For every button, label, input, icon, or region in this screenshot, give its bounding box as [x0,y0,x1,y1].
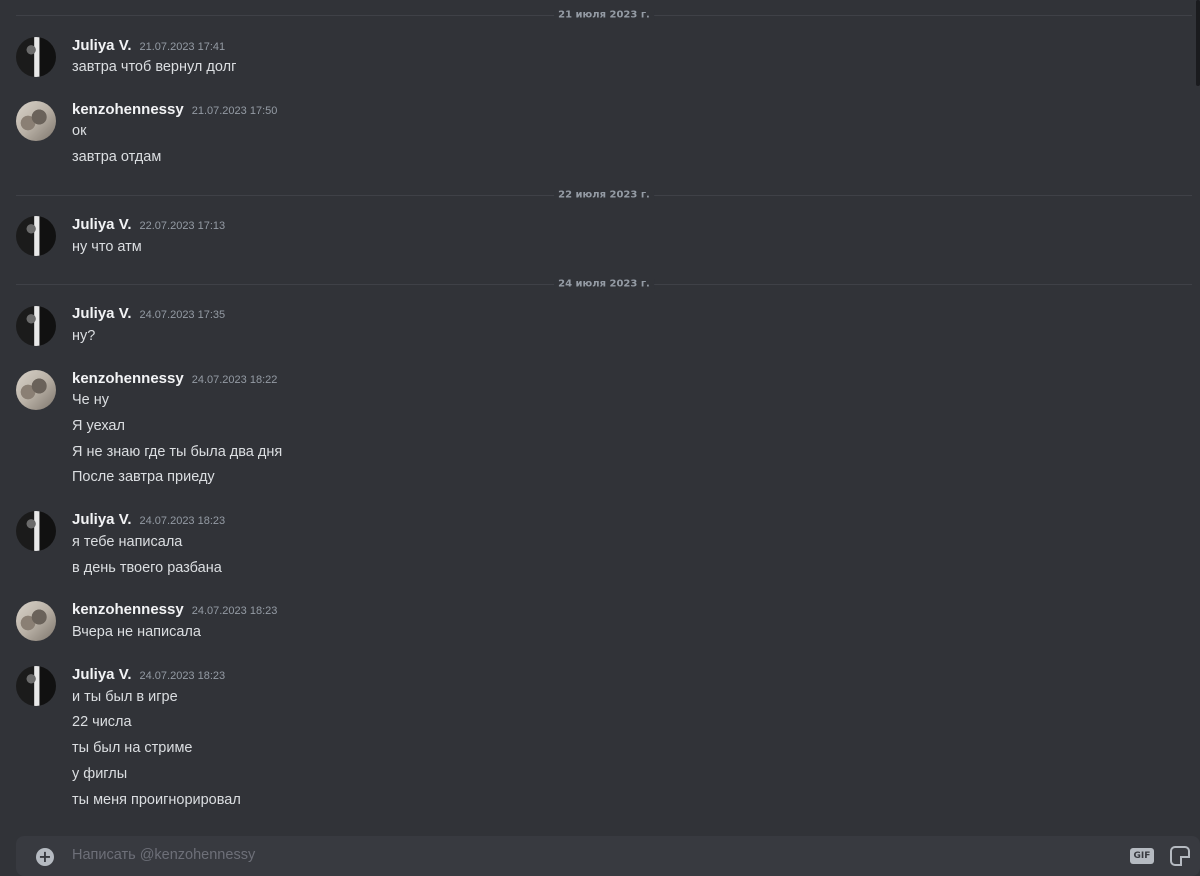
message-timestamp: 21.07.2023 17:50 [191,105,278,117]
message-header: kenzohennessy 24.07.2023 18:22 [72,370,277,387]
message-header: Juliya V. 22.07.2023 17:13 [72,216,225,233]
message-text: Я не знаю где ты была два дня [72,444,283,460]
message-timestamp: 24.07.2023 18:23 [139,670,226,682]
message-header: Juliya V. 21.07.2023 17:41 [72,37,225,54]
chat-messages: 21 июля 2023 г. Juliya V. 21.07.2023 17:… [0,0,1200,876]
author-name[interactable]: kenzohennessy [72,601,184,618]
sticker-icon[interactable] [1170,846,1190,866]
date-divider: 22 июля 2023 г. [16,189,1192,201]
plus-circle-icon[interactable]: + [36,848,54,866]
avatar[interactable] [16,101,56,141]
message-header: Juliya V. 24.07.2023 18:23 [72,511,225,528]
author-name[interactable]: Juliya V. [72,37,132,54]
message-header: Juliya V. 24.07.2023 17:35 [72,305,225,322]
author-name[interactable]: kenzohennessy [72,370,184,387]
message-timestamp: 22.07.2023 17:13 [139,220,226,232]
date-divider-label: 22 июля 2023 г. [554,189,654,201]
avatar[interactable] [16,601,56,641]
gif-icon[interactable]: GIF [1130,848,1154,864]
message-text: завтра отдам [72,149,162,165]
avatar[interactable] [16,37,56,77]
avatar[interactable] [16,511,56,551]
message-header: Juliya V. 24.07.2023 18:23 [72,666,225,683]
message-text: ты меня проигнорировал [72,792,241,808]
message-text: Че ну [72,392,110,408]
message-timestamp: 21.07.2023 17:41 [139,41,226,53]
message-text: ну что атм [72,239,142,255]
message-timestamp: 24.07.2023 18:23 [191,605,278,617]
message-text: я тебе написала [72,534,183,550]
message-text: 22 числа [72,714,132,730]
message-timestamp: 24.07.2023 17:35 [139,309,226,321]
message-timestamp: 24.07.2023 18:23 [139,515,226,527]
message-timestamp: 24.07.2023 18:22 [191,374,278,386]
date-divider: 24 июля 2023 г. [16,278,1192,290]
avatar[interactable] [16,306,56,346]
message-header: kenzohennessy 24.07.2023 18:23 [72,601,277,618]
avatar[interactable] [16,370,56,410]
avatar[interactable] [16,216,56,256]
author-name[interactable]: kenzohennessy [72,101,184,118]
author-name[interactable]: Juliya V. [72,216,132,233]
avatar[interactable] [16,666,56,706]
message-input[interactable]: Написать @kenzohennessy [72,847,255,863]
message-text: ок [72,123,87,139]
message-composer[interactable]: + Написать @kenzohennessy GIF [16,836,1200,876]
scrollbar-thumb[interactable] [1196,0,1200,86]
message-text: Я уехал [72,418,125,434]
date-divider-label: 21 июля 2023 г. [554,9,654,21]
message-text: завтра чтоб вернул долг [72,59,237,75]
message-text: Вчера не написала [72,624,201,640]
message-header: kenzohennessy 21.07.2023 17:50 [72,101,277,118]
message-text: у фиглы [72,766,128,782]
date-divider: 21 июля 2023 г. [16,9,1192,21]
author-name[interactable]: Juliya V. [72,305,132,322]
author-name[interactable]: Juliya V. [72,511,132,528]
message-text: и ты был в игре [72,689,178,705]
message-text: После завтра приеду [72,469,215,485]
author-name[interactable]: Juliya V. [72,666,132,683]
message-text: ты был на стриме [72,740,193,756]
date-divider-label: 24 июля 2023 г. [554,278,654,290]
message-text: ну? [72,328,96,344]
message-text: в день твоего разбана [72,560,222,576]
